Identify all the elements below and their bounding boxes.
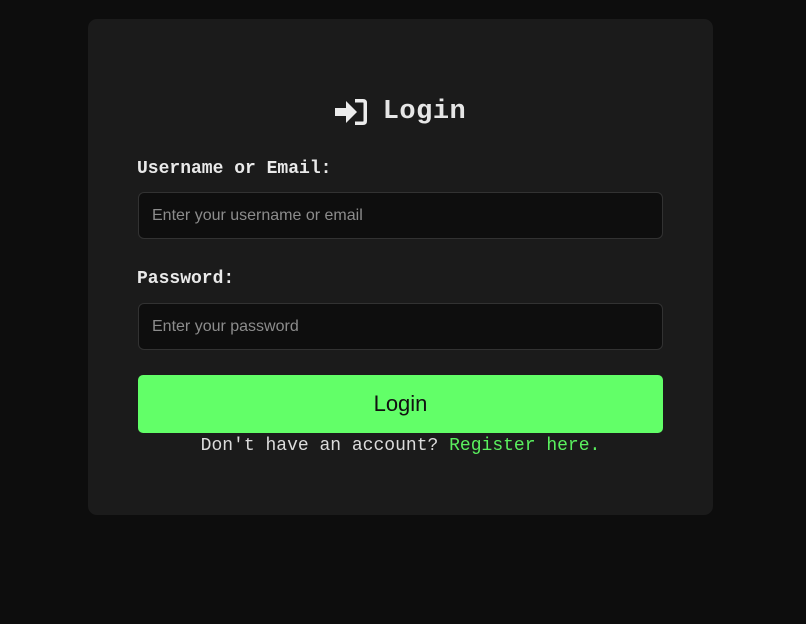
sign-in-icon: [334, 99, 367, 125]
register-link[interactable]: Register here.: [449, 436, 600, 456]
login-card: Login Username or Email: Password: Login…: [88, 19, 713, 515]
register-prompt-text: Don't have an account?: [200, 436, 439, 456]
username-input[interactable]: [138, 192, 663, 239]
register-prompt: Don't have an account? Register here.: [88, 436, 713, 456]
login-header: Login: [88, 92, 713, 132]
password-input[interactable]: [138, 303, 663, 350]
password-label: Password:: [137, 269, 235, 289]
page-title: Login: [382, 97, 467, 127]
username-label: Username or Email:: [137, 159, 332, 179]
login-button[interactable]: Login: [138, 375, 663, 433]
